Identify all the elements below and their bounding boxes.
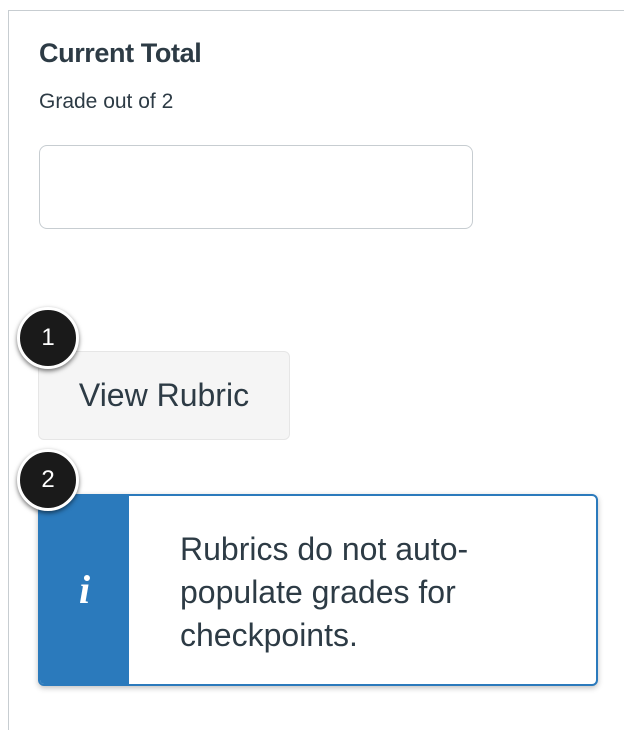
grade-input[interactable]: [39, 145, 473, 229]
alert-message: Rubrics do not auto-populate grades for …: [180, 531, 469, 653]
callout-badge-2: 2: [17, 449, 79, 511]
info-alert: i Rubrics do not auto-populate grades fo…: [38, 494, 598, 686]
grade-out-of-label: Grade out of 2: [39, 90, 174, 113]
view-rubric-button[interactable]: View Rubric: [38, 351, 290, 440]
alert-icon-strip: i: [40, 496, 129, 684]
callout-badge-1: 1: [17, 307, 79, 369]
current-total-heading: Current Total: [39, 38, 202, 68]
info-icon: i: [78, 567, 91, 612]
